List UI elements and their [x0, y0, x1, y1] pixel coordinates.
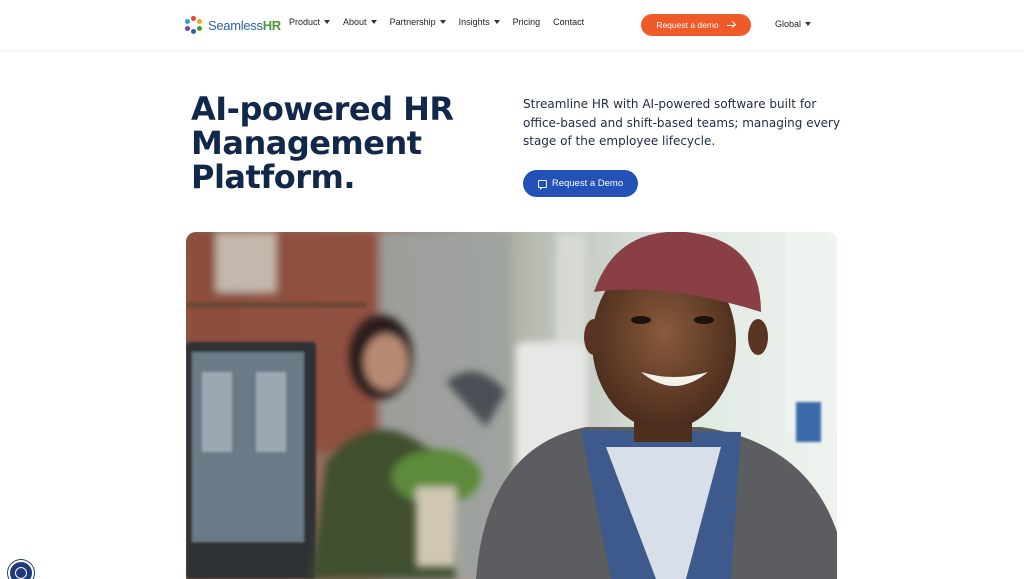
hero-button-label: Request a Demo [551, 178, 624, 189]
brand-name: SeamlessHR [208, 18, 281, 33]
nav-item-label: About [343, 17, 367, 27]
page: SeamlessHR Product About Partnership Ins… [0, 0, 1024, 579]
hero-request-demo-button[interactable]: Request a Demo [523, 170, 638, 197]
office-photo [186, 232, 837, 579]
nav-item-partnership[interactable]: Partnership [390, 17, 446, 27]
site-header: SeamlessHR Product About Partnership Ins… [0, 0, 1024, 49]
caret-down-icon [805, 22, 812, 26]
nav-item-label: Partnership [389, 17, 436, 27]
nav-item-contact[interactable]: Contact [553, 17, 584, 27]
hero-title: AI-powered HR Management Platform. [191, 90, 454, 196]
region-selector[interactable]: Global [775, 19, 812, 29]
nav-item-pricing[interactable]: Pricing [513, 17, 541, 27]
brand-name-part1: Seamless [208, 17, 263, 33]
brand-logo[interactable]: SeamlessHR [185, 15, 281, 35]
nav-item-label: Insights [458, 17, 490, 27]
caret-down-icon [439, 20, 446, 24]
nav-item-label: Contact [553, 17, 585, 27]
nav-item-insights[interactable]: Insights [459, 17, 500, 27]
nav-item-label: Product [289, 17, 321, 27]
logo-icon [185, 16, 203, 34]
region-label: Global [775, 19, 802, 29]
nav-item-about[interactable]: About [343, 17, 377, 27]
nav-item-label: Pricing [512, 17, 541, 27]
hero-subtitle: Streamline HR with AI-powered software b… [523, 97, 841, 148]
hero-image [186, 232, 837, 579]
caret-down-icon [493, 20, 500, 24]
request-demo-button[interactable]: Request a demo [641, 14, 751, 36]
arrow-right-icon [726, 21, 736, 30]
chat-icon [537, 179, 547, 190]
caret-down-icon [324, 20, 331, 24]
nav-item-product[interactable]: Product [289, 17, 331, 27]
main-nav: Product About Partnership Insights Prici… [289, 17, 597, 27]
brand-name-part2: HR [262, 17, 281, 33]
caret-down-icon [370, 20, 377, 24]
accessibility-icon[interactable] [8, 560, 34, 579]
request-demo-label: Request a demo [656, 20, 719, 30]
